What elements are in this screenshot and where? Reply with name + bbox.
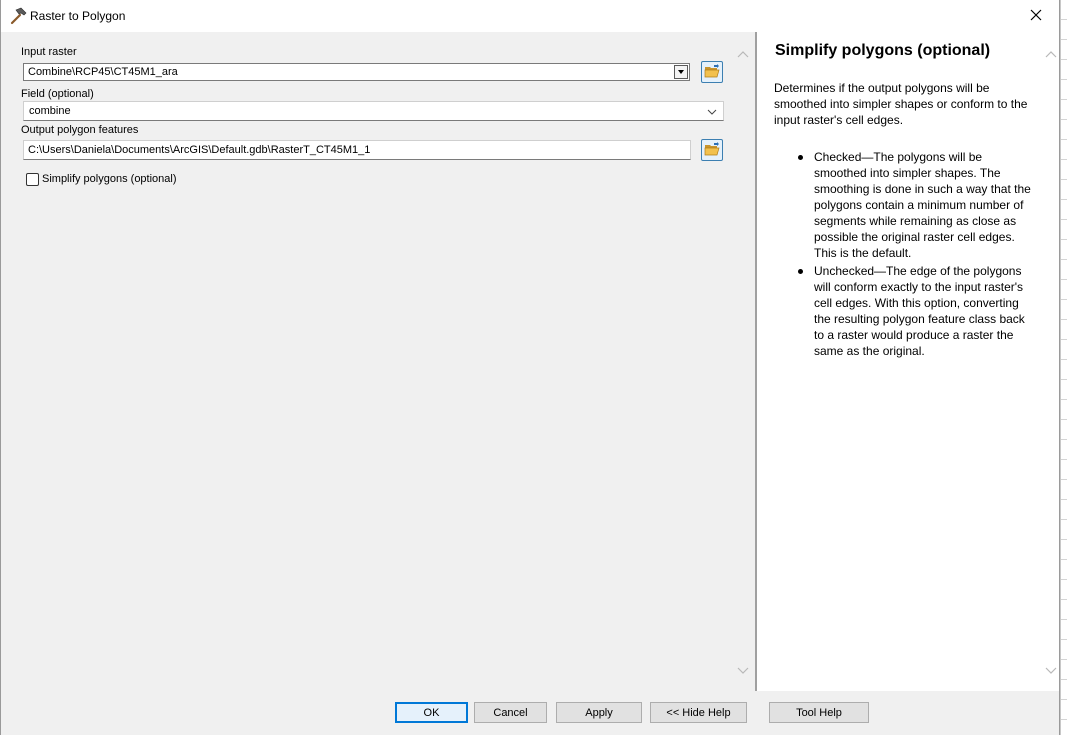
field-dropdown[interactable]: combine — [23, 101, 724, 121]
folder-open-icon — [704, 141, 720, 159]
field-value: combine — [29, 105, 71, 117]
output-features-value: C:\Users\Daniela\Documents\ArcGIS\Defaul… — [28, 144, 371, 156]
close-icon — [1030, 9, 1042, 24]
field-label: Field (optional) — [21, 88, 94, 100]
apply-button[interactable]: Apply — [556, 702, 642, 723]
help-scroll-up-icon[interactable] — [1045, 49, 1057, 59]
output-features-input[interactable]: C:\Users\Daniela\Documents\ArcGIS\Defaul… — [23, 140, 691, 160]
background-spreadsheet-grid — [1060, 0, 1067, 735]
help-list-item: Checked—The polygons will be smoothed in… — [798, 149, 1033, 261]
ok-button[interactable]: OK — [395, 702, 468, 723]
hide-help-button[interactable]: << Hide Help — [650, 702, 747, 723]
simplify-polygons-checkbox[interactable] — [26, 173, 39, 186]
parameters-pane: Input raster Combine\RCP45\CT45M1_ara Fi… — [2, 32, 754, 691]
folder-open-icon — [704, 63, 720, 81]
title-bar[interactable]: Raster to Polygon — [1, 0, 1059, 32]
help-title: Simplify polygons (optional) — [775, 42, 991, 59]
help-pane: Simplify polygons (optional) Determines … — [757, 32, 1059, 691]
chevron-down-icon — [707, 107, 717, 115]
help-list: Checked—The polygons will be smoothed in… — [798, 149, 1033, 361]
dropdown-arrow-icon[interactable] — [674, 65, 688, 79]
output-features-label: Output polygon features — [21, 124, 139, 136]
button-bar: OK Cancel Apply << Hide Help Tool Help — [1, 691, 1059, 735]
help-description: Determines if the output polygons will b… — [774, 81, 1028, 127]
raster-to-polygon-dialog: Raster to Polygon Input raster Combine\R… — [0, 0, 1060, 735]
simplify-polygons-label[interactable]: Simplify polygons (optional) — [42, 173, 177, 185]
close-button[interactable] — [1013, 0, 1059, 32]
bullet-icon — [798, 155, 803, 160]
scroll-down-icon[interactable] — [737, 664, 749, 674]
scroll-up-icon[interactable] — [737, 49, 749, 59]
input-raster-browse-button[interactable] — [701, 61, 723, 83]
window-title: Raster to Polygon — [30, 9, 126, 23]
tool-help-button[interactable]: Tool Help — [769, 702, 869, 723]
output-features-browse-button[interactable] — [701, 139, 723, 161]
help-list-item: Unchecked—The edge of the polygons will … — [798, 263, 1033, 359]
input-raster-value: Combine\RCP45\CT45M1_ara — [28, 66, 178, 78]
cancel-button[interactable]: Cancel — [474, 702, 547, 723]
help-scroll-down-icon[interactable] — [1045, 664, 1057, 674]
bullet-icon — [798, 269, 803, 274]
hammer-icon — [9, 7, 27, 25]
input-raster-label: Input raster — [21, 46, 77, 58]
input-raster-combo[interactable]: Combine\RCP45\CT45M1_ara — [23, 63, 690, 81]
